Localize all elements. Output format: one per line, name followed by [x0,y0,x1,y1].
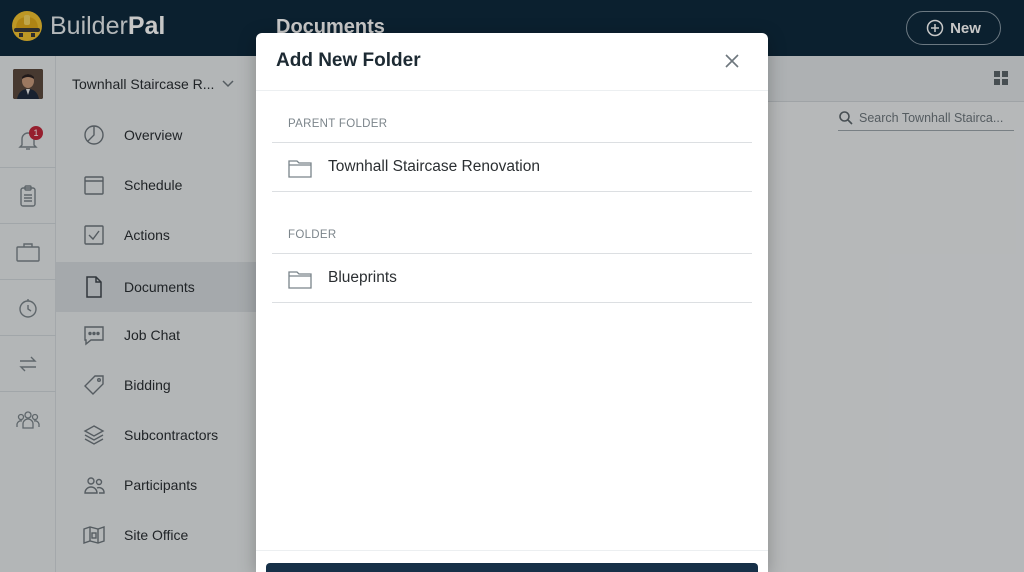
save-folder-button[interactable] [266,563,758,572]
folder-icon [288,271,312,289]
dialog-title: Add New Folder [276,50,421,71]
folder-name-field[interactable]: Blueprints [272,253,752,303]
divider [256,90,768,91]
parent-folder-label: PARENT FOLDER [288,118,388,130]
folder-name-value: Blueprints [328,269,397,286]
close-icon[interactable] [722,51,742,71]
parent-folder-name: Townhall Staircase Renovation [328,158,540,175]
add-folder-dialog: Add New Folder PARENT FOLDER Townhall St… [256,33,768,572]
divider [256,550,768,551]
folder-icon [288,160,312,178]
folder-label: FOLDER [288,229,337,241]
parent-folder-row[interactable]: Townhall Staircase Renovation [272,142,752,192]
